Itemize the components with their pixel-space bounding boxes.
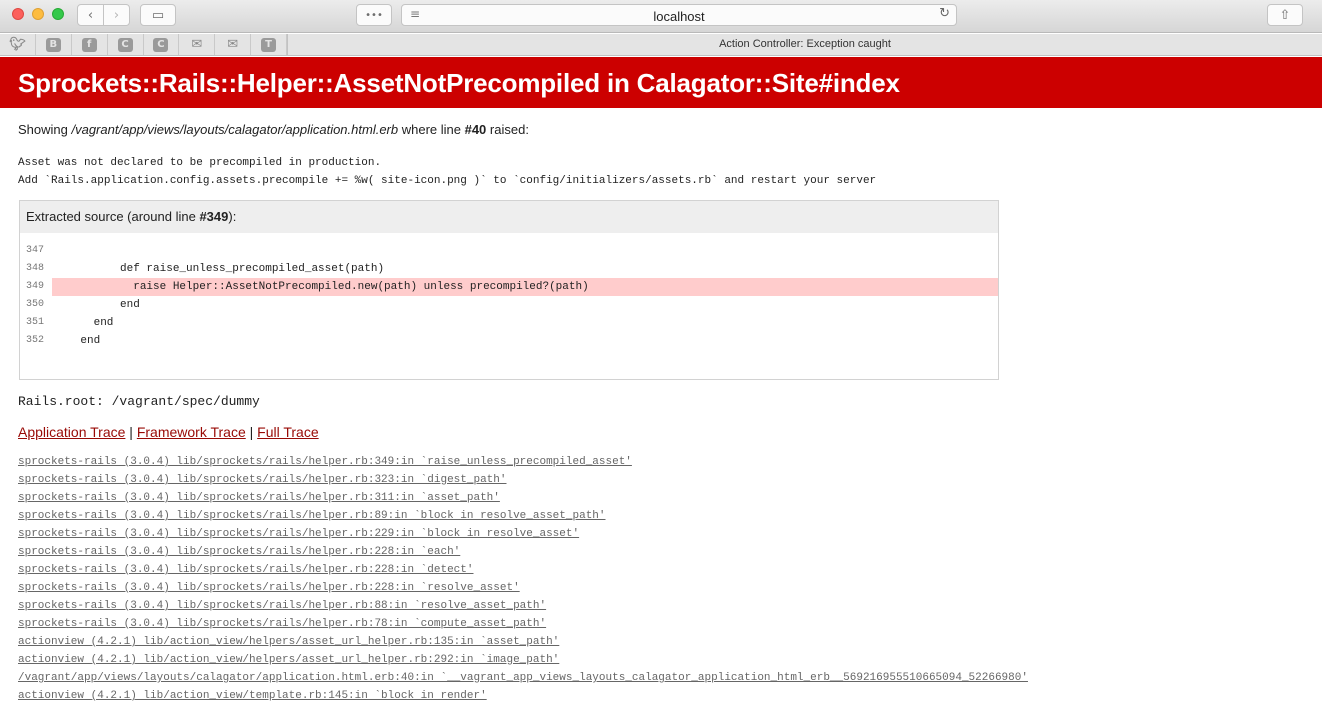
address-bar[interactable]: ≡ localhost ↻ bbox=[401, 4, 957, 26]
error-location: Showing /vagrant/app/views/layouts/calag… bbox=[18, 122, 529, 137]
favorite-t[interactable]: T bbox=[251, 34, 287, 55]
mail-icon: ✉ bbox=[191, 37, 203, 52]
line-number: 350 bbox=[26, 299, 45, 310]
code-line: end bbox=[54, 317, 114, 329]
trace-frame-link[interactable]: actionview (4.2.1) lib/action_view/templ… bbox=[18, 687, 1028, 705]
code-lines: def raise_unless_precompiled_asset(path)… bbox=[52, 242, 998, 350]
trace-list: sprockets-rails (3.0.4) lib/sprockets/ra… bbox=[18, 453, 1028, 705]
favorite-mail1[interactable]: ✉ bbox=[179, 34, 216, 55]
highlighted-code-line: raise Helper::AssetNotPrecompiled.new(pa… bbox=[52, 278, 998, 296]
source-code: 347 348 349 350 351 352 def raise_unless_prec… bbox=[20, 233, 998, 379]
trace-frame-link[interactable]: sprockets-rails (3.0.4) lib/sprockets/ra… bbox=[18, 507, 1028, 525]
showing-suffix: raised: bbox=[486, 122, 529, 137]
full-trace-link[interactable]: Full Trace bbox=[257, 424, 318, 440]
trace-frame-link[interactable]: actionview (4.2.1) lib/action_view/helpe… bbox=[18, 633, 1028, 651]
trace-frame-link[interactable]: sprockets-rails (3.0.4) lib/sprockets/ra… bbox=[18, 525, 1028, 543]
c-icon: C bbox=[117, 37, 133, 52]
line-number: 352 bbox=[26, 335, 45, 346]
error-message-line: Add `Rails.application.config.assets.pre… bbox=[18, 175, 877, 187]
trace-frame-link[interactable]: sprockets-rails (3.0.4) lib/sprockets/ra… bbox=[18, 561, 1028, 579]
code-line: def raise_unless_precompiled_asset(path) bbox=[54, 263, 385, 275]
back-icon[interactable]: ‹ bbox=[78, 5, 103, 25]
close-window-button[interactable] bbox=[12, 8, 24, 20]
favorites-bar: 🐦︎ B f C C ✉ ✉ T Action Controller: Exce… bbox=[0, 34, 1322, 56]
twitter-icon: 🐦︎ bbox=[9, 37, 26, 52]
trace-tabs: Application Trace | Framework Trace | Fu… bbox=[18, 424, 319, 440]
error-title: Sprockets::Rails::Helper::AssetNotPrecom… bbox=[18, 68, 900, 98]
trace-frame-link[interactable]: sprockets-rails (3.0.4) lib/sprockets/ra… bbox=[18, 579, 1028, 597]
tab-title[interactable]: Action Controller: Exception caught bbox=[287, 34, 1322, 55]
sidebar-toggle-button[interactable]: ▭ bbox=[140, 4, 176, 26]
rails-root: Rails.root: /vagrant/spec/dummy bbox=[18, 394, 260, 409]
sidebar-icon: ▭ bbox=[151, 7, 165, 23]
forward-icon[interactable]: › bbox=[103, 5, 129, 25]
trace-frame-link[interactable]: sprockets-rails (3.0.4) lib/sprockets/ra… bbox=[18, 615, 1028, 633]
favorite-c1[interactable]: C bbox=[108, 34, 144, 55]
favorite-facebook[interactable]: f bbox=[72, 34, 108, 55]
favorite-b[interactable]: B bbox=[36, 34, 72, 55]
more-dots-icon: ••• bbox=[365, 9, 383, 21]
t-icon: T bbox=[261, 37, 277, 52]
framework-trace-link[interactable]: Framework Trace bbox=[137, 424, 246, 440]
page-content: Sprockets::Rails::Helper::AssetNotPrecom… bbox=[0, 57, 1322, 706]
source-header-prefix: Extracted source (around line bbox=[26, 209, 200, 224]
line-number: 348 bbox=[26, 263, 45, 274]
extensions-button[interactable]: ••• bbox=[356, 4, 392, 26]
favorites-list: 🐦︎ B f C C ✉ ✉ T bbox=[0, 34, 287, 55]
showing-prefix: Showing bbox=[18, 122, 72, 137]
reload-icon[interactable]: ↻ bbox=[939, 6, 950, 21]
trace-frame-link[interactable]: sprockets-rails (3.0.4) lib/sprockets/ra… bbox=[18, 489, 1028, 507]
minimize-window-button[interactable] bbox=[32, 8, 44, 20]
extracted-source: Extracted source (around line #349): 347… bbox=[19, 200, 999, 380]
error-header: Sprockets::Rails::Helper::AssetNotPrecom… bbox=[0, 57, 1322, 108]
trace-frame-link[interactable]: sprockets-rails (3.0.4) lib/sprockets/ra… bbox=[18, 453, 1028, 471]
code-line: end bbox=[54, 335, 101, 347]
source-header-suffix: ): bbox=[228, 209, 237, 224]
favorite-mail2[interactable]: ✉ bbox=[215, 34, 252, 55]
line-number: 347 bbox=[26, 245, 45, 256]
source-header-line: #349 bbox=[199, 209, 229, 224]
zoom-window-button[interactable] bbox=[52, 8, 64, 20]
error-message: Asset was not declared to be precompiled… bbox=[18, 154, 876, 190]
extracted-source-header: Extracted source (around line #349): bbox=[20, 201, 998, 232]
share-icon: ⇧ bbox=[1279, 7, 1291, 23]
error-message-line: Asset was not declared to be precompiled… bbox=[18, 157, 382, 169]
separator: | bbox=[245, 424, 258, 440]
trace-frame-link[interactable]: actionview (4.2.1) lib/action_view/helpe… bbox=[18, 651, 1028, 669]
c-icon: C bbox=[153, 37, 169, 52]
address-text: localhost bbox=[653, 9, 705, 24]
trace-frame-link[interactable]: sprockets-rails (3.0.4) lib/sprockets/ra… bbox=[18, 471, 1028, 489]
trace-frame-link[interactable]: sprockets-rails (3.0.4) lib/sprockets/ra… bbox=[18, 543, 1028, 561]
favorite-c2[interactable]: C bbox=[144, 34, 180, 55]
facebook-icon: f bbox=[81, 37, 97, 52]
application-trace-link[interactable]: Application Trace bbox=[18, 424, 125, 440]
error-line: #40 bbox=[464, 122, 487, 137]
share-button[interactable]: ⇧ bbox=[1267, 4, 1303, 26]
favorite-twitter[interactable]: 🐦︎ bbox=[0, 34, 36, 55]
navigation-buttons: ‹ › bbox=[77, 4, 130, 26]
code-line: end bbox=[54, 299, 140, 311]
trace-frame-link[interactable]: /vagrant/app/views/layouts/calagator/app… bbox=[18, 669, 1028, 687]
browser-toolbar: ‹ › ▭ ••• ≡ localhost ↻ ⇧ bbox=[0, 0, 1322, 33]
template-path: /vagrant/app/views/layouts/calagator/app… bbox=[71, 122, 399, 137]
separator: | bbox=[125, 424, 137, 440]
b-icon: B bbox=[45, 37, 61, 52]
line-number: 349 bbox=[26, 281, 45, 292]
line-numbers: 347 348 349 350 351 352 bbox=[20, 242, 52, 350]
showing-middle: where line bbox=[398, 122, 465, 137]
trace-frame-link[interactable]: sprockets-rails (3.0.4) lib/sprockets/ra… bbox=[18, 597, 1028, 615]
line-number: 351 bbox=[26, 317, 45, 328]
mail-icon: ✉ bbox=[227, 37, 239, 52]
